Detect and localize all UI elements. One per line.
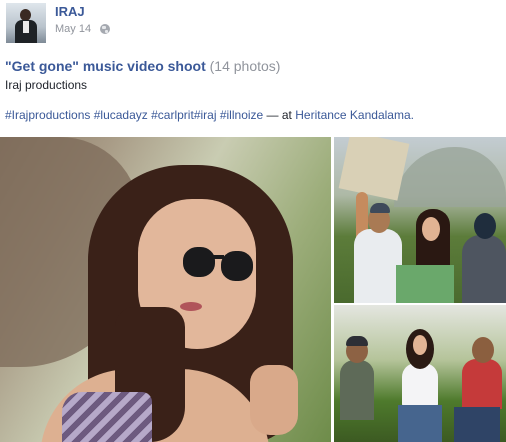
location-link[interactable]: Heritance Kandalama.	[295, 108, 414, 122]
left-man-body	[340, 360, 374, 420]
center-woman-face	[413, 335, 427, 355]
woman-face-crew	[422, 217, 440, 241]
globe-icon[interactable]	[100, 24, 110, 34]
man-cap	[370, 203, 390, 213]
photo-count: (14 photos)	[209, 58, 281, 74]
center-woman-top	[402, 363, 438, 408]
hashtag-link[interactable]: #Irajproductions	[5, 108, 90, 122]
album-photo-crew[interactable]	[334, 137, 506, 303]
woman-lips	[180, 302, 202, 311]
hashtag-link[interactable]: #carlprit	[151, 108, 194, 122]
peace-sign-hand	[250, 365, 298, 435]
man-white-shirt	[354, 229, 402, 303]
post-date[interactable]: May 14	[55, 23, 91, 35]
hashtag-link[interactable]: #illnoize	[220, 108, 263, 122]
mountain-background	[394, 147, 506, 207]
album-photo-group[interactable]	[334, 305, 506, 442]
album-title-line: "Get gone" music video shoot (14 photos)	[5, 58, 280, 74]
author-avatar[interactable]	[6, 3, 46, 43]
right-person-head	[474, 213, 496, 239]
hashtag-link[interactable]: #lucadayz	[94, 108, 148, 122]
album-subtitle: Iraj productions	[5, 78, 88, 92]
equipment-board	[338, 137, 410, 201]
right-man-jeans	[454, 407, 500, 442]
left-man-cap	[346, 336, 368, 346]
green-board	[396, 265, 454, 303]
post-tags: #Irajproductions #lucadayz #carlprit#ira…	[5, 108, 414, 122]
avatar-shirt	[23, 21, 29, 33]
location-prefix: — at	[266, 108, 292, 122]
right-man-head	[472, 337, 494, 363]
center-woman-jeans	[398, 405, 442, 442]
author-name[interactable]: IRAJ	[55, 4, 85, 19]
album-title-link[interactable]: "Get gone" music video shoot	[5, 58, 206, 74]
sunglasses-icon	[183, 247, 255, 283]
hashtag-link[interactable]: #iraj	[194, 108, 217, 122]
album-photo-main[interactable]	[0, 137, 331, 442]
striped-top	[62, 392, 152, 442]
right-man-shirt	[462, 359, 502, 409]
post-header: IRAJ May 14	[0, 0, 506, 48]
right-person	[462, 235, 506, 303]
